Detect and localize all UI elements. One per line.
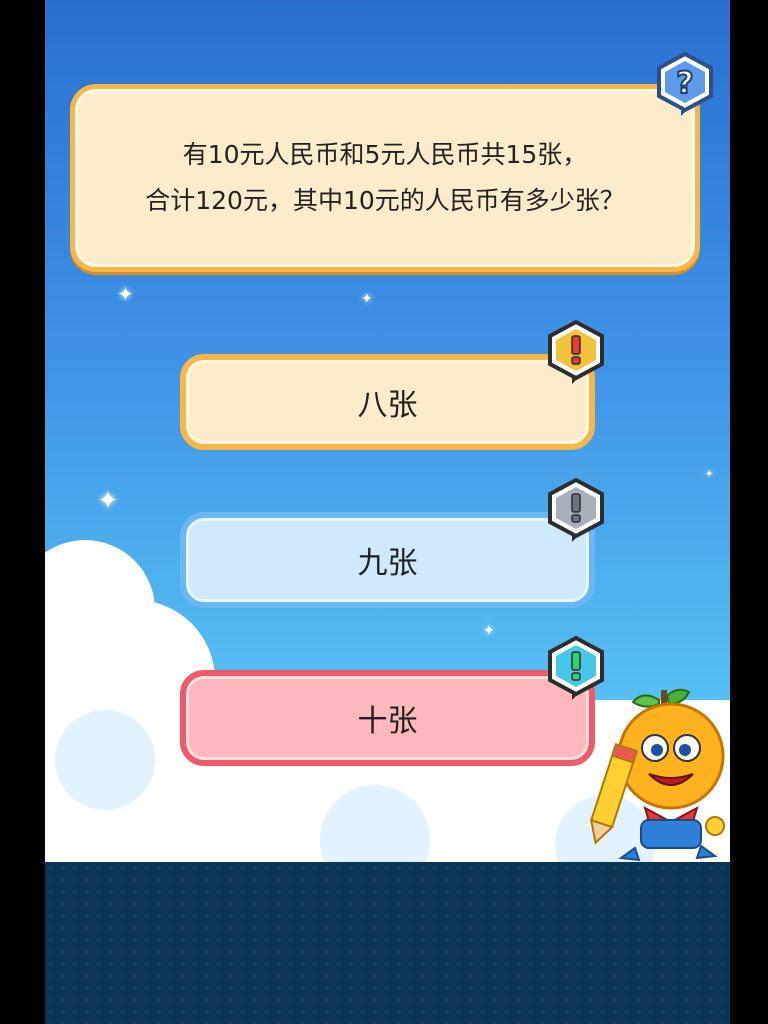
- answer-option-c-label: 十张: [357, 704, 418, 739]
- bottom-bar: [45, 862, 730, 1024]
- svg-text:?: ?: [676, 66, 693, 101]
- orange-mascot-icon: [589, 688, 725, 862]
- sparkle: ✦: [361, 291, 373, 307]
- exclamation-icon: [548, 477, 604, 542]
- question-line-2: 合计120元，其中10元的人民币有多少张？: [145, 186, 625, 215]
- answer-option-b[interactable]: 九张: [180, 512, 595, 608]
- left-letterbox: [0, 0, 45, 1024]
- sparkle: ✦: [483, 623, 495, 639]
- exclamation-icon: [548, 319, 604, 384]
- answer-option-a[interactable]: 八张: [180, 354, 595, 450]
- answer-option-a-label: 八张: [357, 388, 418, 423]
- answer-option-c[interactable]: 十张: [180, 670, 595, 766]
- right-letterbox: [730, 0, 768, 1024]
- question-box: 有10元人民币和5元人民币共15张， 合计120元，其中10元的人民币有多少张？: [70, 84, 700, 272]
- answer-option-b-label: 九张: [357, 546, 418, 581]
- sparkle: ✦: [97, 486, 119, 516]
- question-mark-icon: ?: [657, 51, 713, 116]
- sparkle: ✦: [705, 469, 714, 480]
- question-line-1: 有10元人民币和5元人民币共15张，: [182, 140, 588, 169]
- sparkle: ✦: [117, 282, 134, 306]
- game-stage: ✦ ✦ ✦ ✦ ✦ 有10元人民币和5元人民币共15张， 合计120元，其中10…: [45, 0, 730, 1024]
